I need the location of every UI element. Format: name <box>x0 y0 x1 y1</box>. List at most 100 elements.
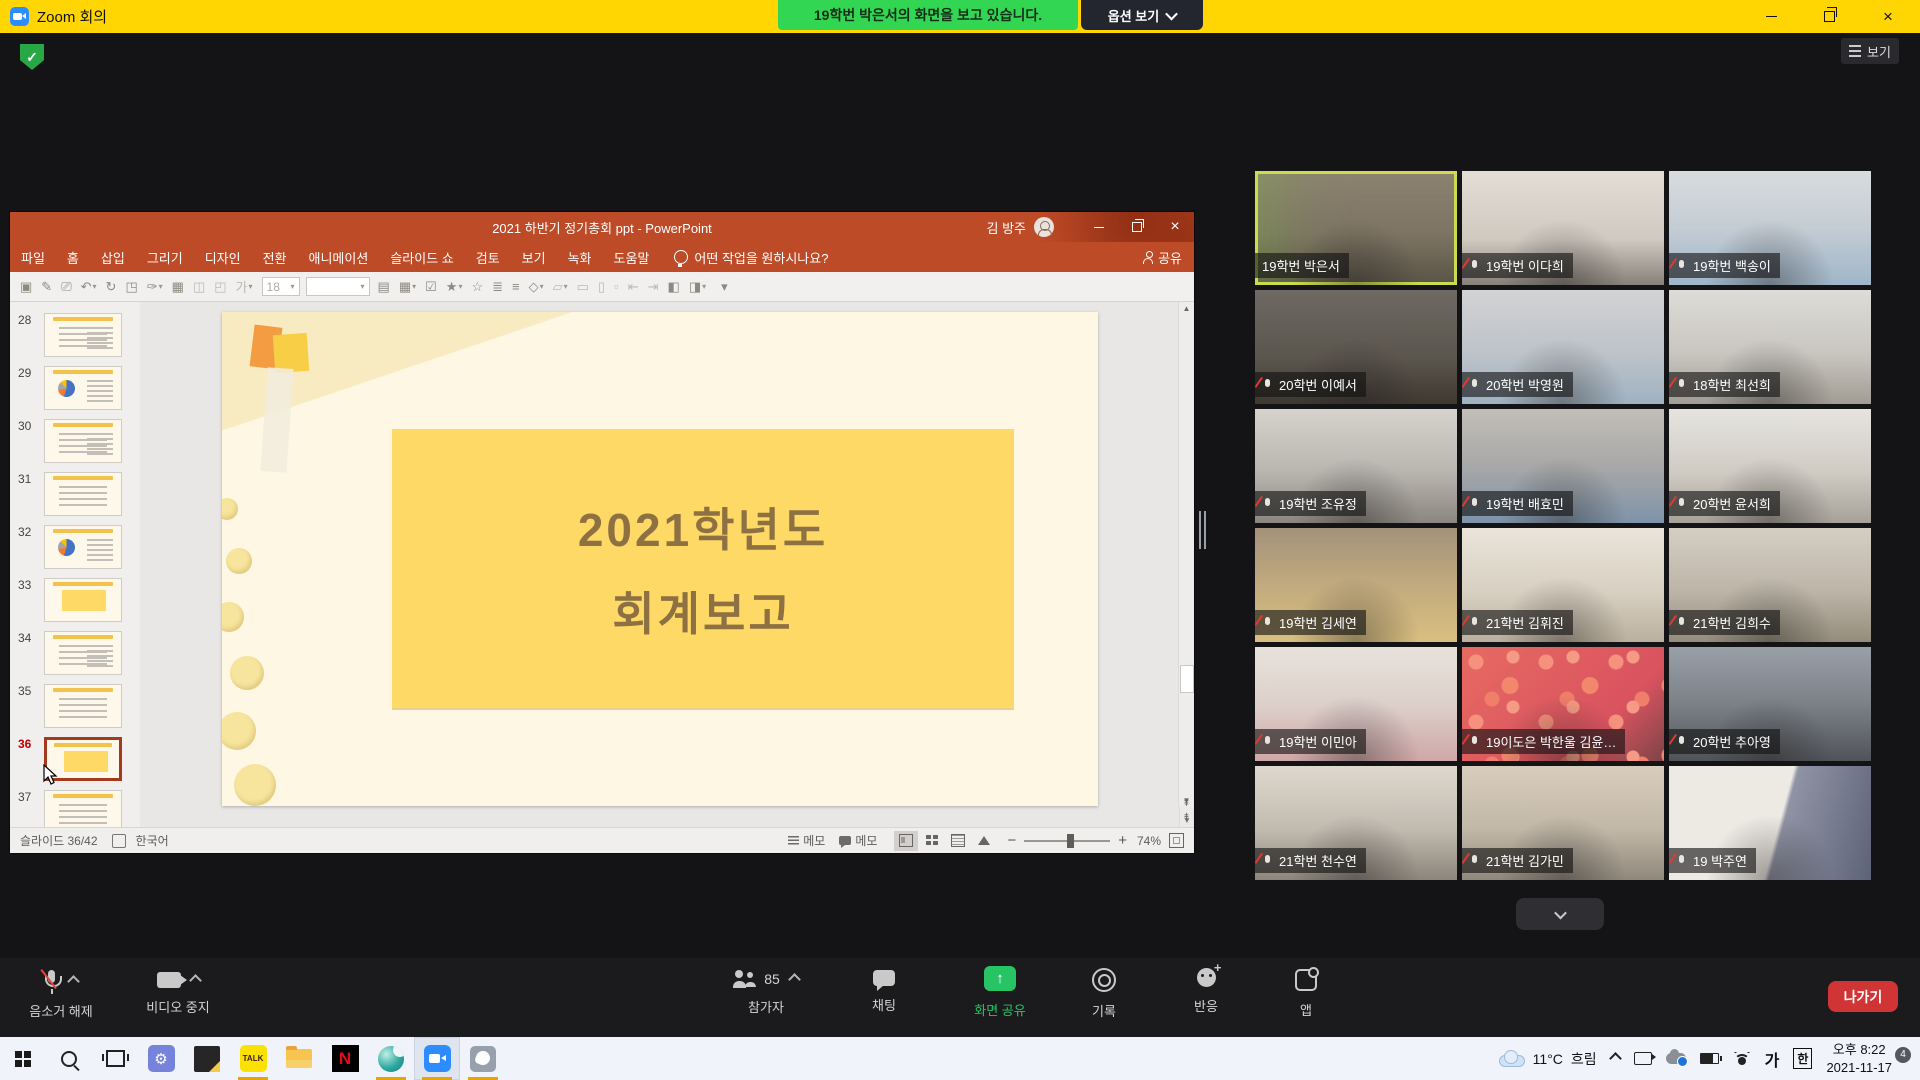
tab-record[interactable]: 녹화 <box>557 242 603 272</box>
stop-video-button[interactable]: 비디오 중지 <box>128 972 228 1016</box>
leave-meeting-button[interactable]: 나가기 <box>1828 981 1898 1012</box>
tab-animations[interactable]: 애니메이션 <box>298 242 380 272</box>
tab-view[interactable]: 보기 <box>511 242 557 272</box>
ppt-close-button[interactable]: × <box>1156 212 1194 242</box>
normal-view-button[interactable] <box>894 831 918 851</box>
participants-button[interactable]: 85 참가자 <box>706 970 826 1016</box>
slide-thumbnail[interactable]: 29 <box>10 366 140 410</box>
new-slide-icon[interactable]: ▦ <box>172 279 184 295</box>
whale-browser-button[interactable] <box>368 1037 414 1080</box>
video-tile[interactable]: 20학번 박영원 <box>1462 290 1664 404</box>
more-participants-button[interactable] <box>1516 898 1604 930</box>
shapes-icon[interactable]: ◇▾ <box>529 279 544 295</box>
bring-forward-icon[interactable]: ▯ <box>598 279 605 295</box>
ppt-share-button[interactable]: 공유 <box>1143 248 1182 267</box>
scroll-up-icon[interactable]: ▲ <box>1179 304 1194 313</box>
next-slide-button[interactable]: ⇟ <box>1179 812 1194 823</box>
slide-canvas[interactable]: 2021학년도 회계보고 <box>222 312 1098 806</box>
tab-slideshow[interactable]: 슬라이드 쇼 <box>379 242 464 272</box>
font-size-box[interactable]: 18▾ <box>262 277 300 296</box>
slide-thumbnail[interactable]: 30 <box>10 419 140 463</box>
group-icon[interactable]: ▭ <box>577 279 589 295</box>
gallery-view-button[interactable]: 보기 <box>1841 38 1899 64</box>
save-icon[interactable]: ▣ <box>20 279 32 295</box>
slideshow-button[interactable] <box>972 831 996 851</box>
fill-color-icon[interactable]: ◨▾ <box>689 279 706 295</box>
ime-language-indicator[interactable]: 한 <box>1793 1048 1812 1069</box>
close-button[interactable]: × <box>1862 0 1914 33</box>
reset-icon[interactable]: ◰ <box>214 279 226 295</box>
tab-insert[interactable]: 삽입 <box>90 242 136 272</box>
toolbar-collapse-icon[interactable]: ▾ <box>721 279 728 295</box>
notes-app-button[interactable] <box>184 1037 230 1080</box>
tab-transitions[interactable]: 전환 <box>252 242 298 272</box>
picture-icon[interactable]: ◧ <box>668 279 680 295</box>
slide-thumbnail[interactable]: 34 <box>10 631 140 675</box>
language-indicator[interactable]: 한국어 <box>136 832 169 849</box>
start-slideshow-icon[interactable]: ◳ <box>125 279 137 295</box>
ppt-minimize-button[interactable] <box>1080 212 1118 242</box>
slide-thumbnail[interactable]: 37 <box>10 790 140 827</box>
zoom-in-button[interactable]: + <box>1118 832 1127 849</box>
video-tile[interactable]: 18학번 최선희 <box>1669 290 1871 404</box>
table-icon[interactable]: ▦▾ <box>399 279 416 295</box>
tab-draw[interactable]: 그리기 <box>136 242 194 272</box>
settings-app-button[interactable]: ⚙ <box>138 1037 184 1080</box>
previous-slide-button[interactable]: ⇞ <box>1179 798 1194 809</box>
slide-thumbnail[interactable]: 35 <box>10 684 140 728</box>
slide-scrollbar[interactable]: ▲ ▼ <box>1178 302 1194 807</box>
tab-design[interactable]: 디자인 <box>194 242 252 272</box>
video-tile[interactable]: 21학번 김희수 <box>1669 528 1871 642</box>
chat-button[interactable]: 채팅 <box>844 970 924 1014</box>
zoom-app-button[interactable] <box>414 1037 460 1080</box>
undo-icon[interactable]: ↶▾ <box>81 279 97 295</box>
video-tile[interactable]: 21학번 김휘진 <box>1462 528 1664 642</box>
scroll-thumb[interactable] <box>1180 665 1194 693</box>
mic-options-caret[interactable] <box>69 974 78 989</box>
slide-title-box[interactable]: 2021학년도 회계보고 <box>392 429 1014 708</box>
send-back-icon[interactable]: ▫ <box>614 279 619 294</box>
video-options-caret[interactable] <box>191 973 200 988</box>
pen-icon[interactable]: ✑▾ <box>147 279 163 295</box>
netflix-app-button[interactable]: N <box>322 1037 368 1080</box>
slide-sorter-button[interactable] <box>920 831 944 851</box>
video-tile[interactable]: 19학번 백송이 <box>1669 171 1871 285</box>
onedrive-icon[interactable] <box>1666 1053 1686 1064</box>
start-button[interactable] <box>0 1037 46 1080</box>
print-icon[interactable]: ⎚ <box>61 279 71 295</box>
star-icon[interactable]: ☆ <box>471 279 483 295</box>
minimize-button[interactable] <box>1745 0 1797 33</box>
accessibility-icon[interactable] <box>112 834 126 848</box>
tab-help[interactable]: 도움말 <box>603 242 661 272</box>
ppt-restore-button[interactable] <box>1118 212 1156 242</box>
video-tile[interactable]: 21학번 천수연 <box>1255 766 1457 880</box>
video-tile[interactable]: 19학번 이다희 <box>1462 171 1664 285</box>
record-button[interactable]: 기록 <box>1064 968 1144 1020</box>
notes-pane-icon[interactable]: ▤ <box>378 279 390 295</box>
wifi-icon[interactable] <box>1733 1052 1751 1065</box>
share-screen-button[interactable]: ↑ 화면 공유 <box>952 966 1048 1019</box>
apps-button[interactable]: 앱 <box>1266 969 1346 1019</box>
comments-button[interactable]: 메모 <box>839 832 877 849</box>
video-tile[interactable]: 19 박주연 <box>1669 766 1871 880</box>
align-left-icon[interactable]: ≣ <box>492 279 503 295</box>
file-explorer-button[interactable] <box>276 1037 322 1080</box>
star-burst-icon[interactable]: ★▾ <box>446 279 463 295</box>
check-icon[interactable]: ☑ <box>425 279 437 295</box>
reading-view-button[interactable] <box>946 831 970 851</box>
zoom-out-button[interactable]: − <box>1007 832 1016 849</box>
unmute-button[interactable]: 음소거 해제 <box>18 970 104 1020</box>
slide-thumbnail[interactable]: 28 <box>10 313 140 357</box>
clock-widget[interactable]: 오후 8:22 2021-11-17 <box>1826 1041 1892 1076</box>
task-view-button[interactable] <box>92 1037 138 1080</box>
ppt-account[interactable]: 김 방주 <box>987 212 1055 242</box>
zoom-percent[interactable]: 74% <box>1137 834 1161 848</box>
font-name-box[interactable]: ▾ <box>306 277 370 296</box>
misc-app-button[interactable] <box>460 1037 506 1080</box>
video-tile[interactable]: 19학번 이민아 <box>1255 647 1457 761</box>
distribute-icon[interactable]: ⇥ <box>648 279 659 295</box>
hidden-icons-chevron[interactable] <box>1609 1052 1622 1065</box>
font-icon[interactable]: 가▾ <box>236 277 253 296</box>
tab-home[interactable]: 홈 <box>56 242 90 272</box>
ime-mode-indicator[interactable]: 가 <box>1765 1047 1780 1071</box>
